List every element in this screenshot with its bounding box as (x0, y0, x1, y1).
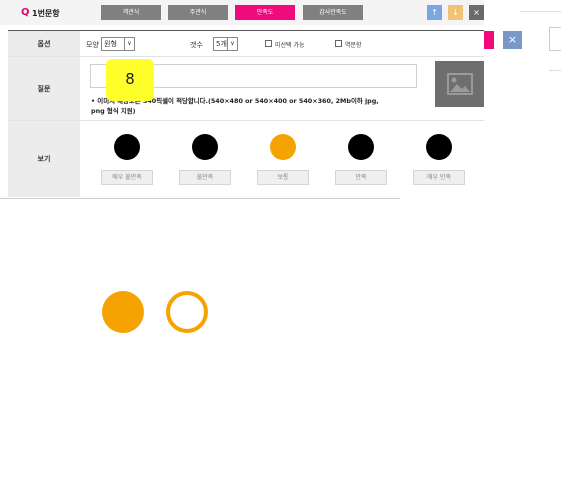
choice-circle-1[interactable] (114, 134, 140, 160)
choice-circle-2[interactable] (192, 134, 218, 160)
move-up-button[interactable]: ↑ (427, 5, 442, 20)
divider (520, 11, 561, 12)
question-title: 1번문항 (32, 9, 60, 18)
count-select[interactable]: 5개 ∨ (213, 37, 238, 51)
choice-label-4[interactable]: 만족 (335, 170, 387, 185)
choice-label-2[interactable]: 불만족 (179, 170, 231, 185)
close-icon: × (507, 33, 518, 46)
delete-button[interactable]: × (503, 31, 522, 49)
question-row: 질문 • 이미지 해상도는 540픽셀이 적당합니다.(540×480 or 5… (8, 57, 484, 121)
tab-audit-satisfaction[interactable]: 감사만족도 (303, 5, 363, 20)
divider (0, 198, 400, 199)
shape-label: 모양 (86, 41, 99, 49)
shape-select[interactable]: 원형 ∨ (101, 37, 135, 51)
choices-label: 보기 (8, 121, 80, 197)
count-label: 갯수 (190, 41, 203, 49)
choice-label-1[interactable]: 매우 불만족 (101, 170, 153, 185)
choice-circle-3[interactable] (270, 134, 296, 160)
nonselect-label: 미선택 가능 (275, 42, 305, 49)
tab-satisfaction[interactable]: 만족도 (235, 5, 295, 20)
filled-circle-preview (102, 291, 144, 333)
choice-label-3[interactable]: 보통 (257, 170, 309, 185)
choices-row: 보기 (8, 121, 484, 197)
choice-circle-4[interactable] (348, 134, 374, 160)
options-label: 옵션 (8, 31, 80, 56)
close-question-button[interactable]: × (469, 5, 484, 20)
arrow-down-icon: ↓ (452, 8, 459, 17)
question-mark: Q (21, 7, 30, 18)
reverse-checkbox[interactable] (335, 40, 342, 47)
image-upload-button[interactable] (435, 61, 484, 107)
chevron-down-icon: ∨ (124, 38, 134, 50)
close-icon: × (473, 8, 480, 17)
tab-objective[interactable]: 객관식 (101, 5, 161, 20)
chevron-down-icon: ∨ (227, 38, 237, 50)
question-header: Q 1번문항 객관식 주관식 만족도 감사만족도 ↑ ↓ × (0, 0, 484, 25)
input-edge (549, 27, 561, 51)
number-badge: 8 (106, 59, 154, 101)
choice-label-5[interactable]: 매우 만족 (413, 170, 465, 185)
image-icon (447, 73, 473, 95)
question-form: 옵션 모양 원형 ∨ 갯수 5개 ∨ 미선택 가능 역문항 질문 • 이미지 해… (8, 30, 484, 197)
outline-circle-preview (166, 291, 208, 333)
background-page-fragment: × (484, 0, 561, 200)
reverse-label: 역문항 (345, 42, 362, 49)
accent-edge (484, 31, 494, 49)
shape-select-value: 원형 (104, 40, 117, 48)
choice-circle-5[interactable] (426, 134, 452, 160)
arrow-up-icon: ↑ (431, 8, 438, 17)
count-select-value: 5개 (216, 40, 227, 48)
guideline-line-2: png 형식 지원) (91, 107, 136, 115)
options-row: 옵션 모양 원형 ∨ 갯수 5개 ∨ 미선택 가능 역문항 (8, 31, 484, 57)
question-label: 질문 (8, 57, 80, 120)
divider (549, 70, 561, 71)
nonselect-checkbox[interactable] (265, 40, 272, 47)
tab-subjective[interactable]: 주관식 (168, 5, 228, 20)
move-down-button[interactable]: ↓ (448, 5, 463, 20)
